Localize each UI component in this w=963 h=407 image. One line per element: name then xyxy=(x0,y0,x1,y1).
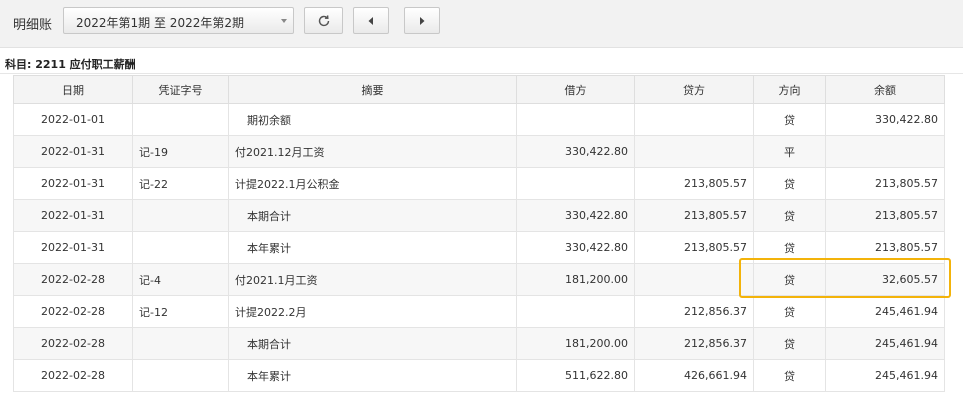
subject-label: 科目: 2211 应付职工薪酬 xyxy=(5,58,136,71)
cell-debit: 330,422.80 xyxy=(516,231,635,264)
cell-direction: 贷 xyxy=(753,327,826,360)
cell-balance xyxy=(825,135,945,168)
cell-balance: 245,461.94 xyxy=(825,359,945,392)
cell-credit: 213,805.57 xyxy=(634,167,754,200)
cell-credit: 212,856.37 xyxy=(634,327,754,360)
cell-credit: 212,856.37 xyxy=(634,295,754,328)
cell-direction: 贷 xyxy=(753,167,826,200)
cell-date: 2022-01-31 xyxy=(13,167,133,200)
col-header-voucher[interactable]: 凭证字号 xyxy=(132,75,229,104)
cell-summary: 计提2022.1月公积金 xyxy=(228,167,517,200)
table-row[interactable]: 2022-01-01 期初余额 贷 330,422.80 xyxy=(13,103,945,136)
cell-voucher[interactable] xyxy=(132,199,229,232)
period-range-value: 2022年第1期 至 2022年第2期 xyxy=(76,16,244,30)
table-row[interactable]: 2022-01-31 本期合计 330,422.80 213,805.57 贷 … xyxy=(13,199,945,232)
period-range-select[interactable]: 2022年第1期 至 2022年第2期 xyxy=(63,7,294,34)
next-arrow-icon xyxy=(420,16,425,25)
page-title: 明细账 xyxy=(13,18,53,33)
col-header-summary[interactable]: 摘要 xyxy=(228,75,517,104)
col-header-direction[interactable]: 方向 xyxy=(753,75,826,104)
cell-summary: 付2021.1月工资 xyxy=(228,263,517,296)
cell-debit: 330,422.80 xyxy=(516,199,635,232)
cell-summary: 本期合计 xyxy=(228,199,517,232)
cell-voucher[interactable] xyxy=(132,359,229,392)
cell-date: 2022-01-31 xyxy=(13,135,133,168)
subject-bar: 科目: 2211 应付职工薪酬 xyxy=(0,53,963,74)
cell-debit xyxy=(516,295,635,328)
cell-debit: 181,200.00 xyxy=(516,327,635,360)
cell-voucher[interactable] xyxy=(132,231,229,264)
cell-balance: 330,422.80 xyxy=(825,103,945,136)
cell-debit: 181,200.00 xyxy=(516,263,635,296)
cell-credit: 213,805.57 xyxy=(634,231,754,264)
col-header-debit[interactable]: 借方 xyxy=(516,75,635,104)
cell-debit xyxy=(516,103,635,136)
cell-balance: 213,805.57 xyxy=(825,167,945,200)
cell-debit: 511,622.80 xyxy=(516,359,635,392)
prev-arrow-icon xyxy=(368,16,373,25)
cell-balance: 213,805.57 xyxy=(825,199,945,232)
cell-date: 2022-01-01 xyxy=(13,103,133,136)
cell-credit xyxy=(634,103,754,136)
refresh-icon xyxy=(318,14,329,26)
cell-summary: 本年累计 xyxy=(228,359,517,392)
cell-voucher[interactable]: 记-22 xyxy=(132,167,229,200)
cell-direction: 贷 xyxy=(753,359,826,392)
cell-credit: 426,661.94 xyxy=(634,359,754,392)
cell-date: 2022-01-31 xyxy=(13,199,133,232)
cell-voucher[interactable] xyxy=(132,103,229,136)
prev-period-button[interactable] xyxy=(353,7,389,34)
cell-voucher[interactable]: 记-19 xyxy=(132,135,229,168)
table-row[interactable]: 2022-01-31 记-19 付2021.12月工资 330,422.80 平 xyxy=(13,135,945,168)
refresh-button[interactable] xyxy=(304,7,343,34)
cell-date: 2022-02-28 xyxy=(13,359,133,392)
cell-date: 2022-01-31 xyxy=(13,231,133,264)
cell-summary: 本年累计 xyxy=(228,231,517,264)
cell-credit xyxy=(634,135,754,168)
cell-debit: 330,422.80 xyxy=(516,135,635,168)
cell-debit xyxy=(516,167,635,200)
cell-direction: 平 xyxy=(753,135,826,168)
cell-summary: 期初余额 xyxy=(228,103,517,136)
cell-date: 2022-02-28 xyxy=(13,263,133,296)
cell-summary: 计提2022.2月 xyxy=(228,295,517,328)
cell-credit: 213,805.57 xyxy=(634,199,754,232)
cell-balance: 245,461.94 xyxy=(825,295,945,328)
table-header-row: 日期 凭证字号 摘要 借方 贷方 方向 余额 xyxy=(13,75,945,104)
cell-balance: 245,461.94 xyxy=(825,327,945,360)
highlight-box xyxy=(739,258,951,298)
table-row[interactable]: 2022-02-28 记-12 计提2022.2月 212,856.37 贷 2… xyxy=(13,295,945,328)
cell-voucher[interactable]: 记-4 xyxy=(132,263,229,296)
cell-summary: 付2021.12月工资 xyxy=(228,135,517,168)
next-period-button[interactable] xyxy=(404,7,440,34)
cell-voucher[interactable]: 记-12 xyxy=(132,295,229,328)
cell-date: 2022-02-28 xyxy=(13,295,133,328)
chevron-down-icon xyxy=(281,19,287,23)
cell-direction: 贷 xyxy=(753,295,826,328)
cell-date: 2022-02-28 xyxy=(13,327,133,360)
col-header-credit[interactable]: 贷方 xyxy=(634,75,754,104)
col-header-date[interactable]: 日期 xyxy=(13,75,133,104)
table-row[interactable]: 2022-02-28 本年累计 511,622.80 426,661.94 贷 … xyxy=(13,359,945,392)
table-row[interactable]: 2022-02-28 本期合计 181,200.00 212,856.37 贷 … xyxy=(13,327,945,360)
cell-summary: 本期合计 xyxy=(228,327,517,360)
cell-direction: 贷 xyxy=(753,199,826,232)
col-header-balance[interactable]: 余额 xyxy=(825,75,945,104)
ledger-table: 日期 凭证字号 摘要 借方 贷方 方向 余额 2022-01-01 期初余额 贷… xyxy=(13,75,945,392)
table-row[interactable]: 2022-01-31 记-22 计提2022.1月公积金 213,805.57 … xyxy=(13,167,945,200)
toolbar: 明细账 2022年第1期 至 2022年第2期 xyxy=(0,0,963,48)
cell-direction: 贷 xyxy=(753,103,826,136)
cell-credit xyxy=(634,263,754,296)
cell-voucher[interactable] xyxy=(132,327,229,360)
